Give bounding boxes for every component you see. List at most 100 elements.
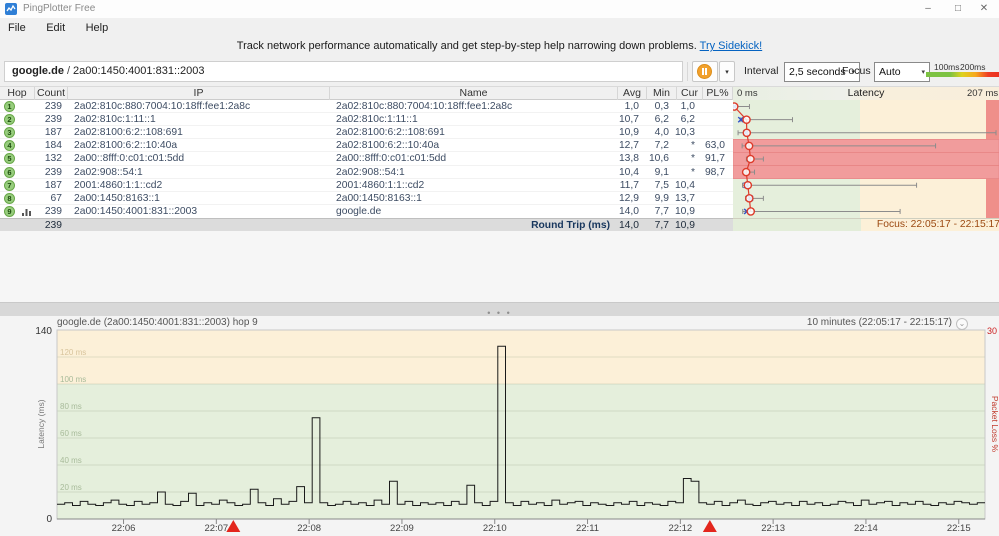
hop-min: 7,5 xyxy=(654,179,669,191)
hop-number-badge: 4 xyxy=(4,140,15,152)
column-header-hop[interactable]: Hop xyxy=(0,87,35,100)
hop-count: 132 xyxy=(44,153,62,165)
target-address: 2a00:1450:4001:831::2003 xyxy=(73,65,205,77)
hop-avg: 14,0 xyxy=(618,205,639,217)
promo-banner: Track network performance automatically … xyxy=(0,33,999,58)
legend-100ms-label: 100ms xyxy=(934,62,960,72)
column-header-ip[interactable]: IP xyxy=(68,87,330,100)
promo-banner-text: Track network performance automatically … xyxy=(236,40,697,52)
hop-number-badge: 5 xyxy=(4,153,15,165)
svg-text:22:13: 22:13 xyxy=(761,523,785,534)
timeline-chart[interactable]: 20 ms 40 ms 60 ms 80 ms 100 ms 120 ms 22:06 22:… xyxy=(0,316,999,536)
table-row[interactable]: 8 67 2a00:1450:8163::1 2a00:1450:8163::1 12,… xyxy=(0,192,733,205)
hop-packet-loss xyxy=(697,192,725,205)
hop-ip: 2a00::8fff:0:c01:c01:5dd xyxy=(74,153,185,165)
hop-ip: 2a02:810c:880:7004:10:18ff:fee1:2a8c xyxy=(74,101,251,112)
hop-packet-loss xyxy=(697,126,725,139)
column-header-name[interactable]: Name xyxy=(330,87,618,100)
column-header-pl[interactable]: PL% xyxy=(703,87,733,100)
try-sidekick-link[interactable]: Try Sidekick! xyxy=(700,40,763,52)
window-title: PingPlotter Free xyxy=(23,3,96,14)
panel-splitter[interactable]: • • • xyxy=(0,302,999,318)
column-header-cur[interactable]: Cur xyxy=(677,87,703,100)
timeline-range-selector[interactable]: 10 minutes (22:05:17 - 22:15:17) xyxy=(807,317,952,328)
hop-count: 239 xyxy=(44,101,62,112)
hop-name: 2001:4860:1:1::cd2 xyxy=(336,179,425,191)
hop-avg: 12,7 xyxy=(618,140,639,152)
svg-text:100 ms: 100 ms xyxy=(60,375,86,384)
hop-packet-loss: 98,7 xyxy=(704,166,725,178)
hop-count: 239 xyxy=(44,205,62,217)
svg-text:22:08: 22:08 xyxy=(297,523,321,534)
hop-cur: 1,0 xyxy=(680,101,695,112)
hop-name: google.de xyxy=(336,205,382,217)
svg-text:0: 0 xyxy=(46,514,52,525)
table-row[interactable]: 9 239 2a00:1450:4001:831::2003 google.de 14,… xyxy=(0,205,733,218)
hop-min: 7,7 xyxy=(654,205,669,217)
hop-cur: * xyxy=(690,166,695,178)
focus-select[interactable]: Auto ▾ xyxy=(874,62,930,82)
svg-text:Packet Loss %: Packet Loss % xyxy=(990,396,999,453)
hop-avg: 13,8 xyxy=(618,153,639,165)
hop-cur: 13,7 xyxy=(674,192,695,204)
minimize-button[interactable]: – xyxy=(915,0,941,18)
hop-packet-loss xyxy=(697,100,725,113)
hop-latency-graph xyxy=(729,100,999,218)
svg-text:60 ms: 60 ms xyxy=(60,429,82,438)
interval-value: 2,5 seconds xyxy=(789,66,846,78)
column-header-avg[interactable]: Avg xyxy=(618,87,647,100)
hop-ip: 2a02:908::54:1 xyxy=(74,166,143,178)
svg-text:22:10: 22:10 xyxy=(483,523,507,534)
legend-200ms-label: 200ms xyxy=(960,62,986,72)
hop-name: 2a02:810c:880:7004:10:18ff:fee1:2a8c xyxy=(336,101,513,112)
hop-packet-loss xyxy=(697,205,725,218)
hop-number-badge: 8 xyxy=(4,192,15,204)
hop-number-badge: 1 xyxy=(4,101,15,112)
menu-bar: File Edit Help xyxy=(0,18,999,34)
table-row[interactable]: 3 187 2a02:8100:6:2::108:691 2a02:8100:6:2:… xyxy=(0,126,733,140)
column-header-count[interactable]: Count xyxy=(35,87,68,100)
hop-name: 2a02:908::54:1 xyxy=(336,166,405,178)
timeline-range-chevron-icon[interactable]: ⌄ xyxy=(956,318,968,330)
hop-number-badge: 2 xyxy=(4,114,15,126)
table-row[interactable]: 4 184 2a02:8100:6:2::10:40a 2a02:8100:6:2::… xyxy=(0,139,733,153)
pause-dropdown-button[interactable]: ▾ xyxy=(719,61,735,82)
latency-scale-legend: 100ms 200ms xyxy=(926,58,999,84)
hop-count: 187 xyxy=(44,127,62,139)
hop-ip: 2a02:8100:6:2::108:691 xyxy=(74,127,183,139)
table-row[interactable]: 2 239 2a02:810c:1:11::1 2a02:810c:1:11::1 10… xyxy=(0,113,733,127)
table-empty-area xyxy=(0,231,999,302)
column-header-latency[interactable]: Latency xyxy=(733,87,999,100)
svg-text:22:15: 22:15 xyxy=(947,523,971,534)
table-row[interactable]: 7 187 2001:4860:1:1::cd2 2001:4860:1:1::cd2… xyxy=(0,179,733,192)
hop-cur: * xyxy=(690,140,695,152)
close-button[interactable]: ✕ xyxy=(971,0,997,18)
table-row[interactable]: 1 239 2a02:810c:880:7004:10:18ff:fee1:2a8c… xyxy=(0,100,733,114)
svg-text:20 ms: 20 ms xyxy=(60,483,82,492)
svg-text:22:07: 22:07 xyxy=(204,523,228,534)
hop-table-body: 1 239 2a02:810c:880:7004:10:18ff:fee1:2a8c… xyxy=(0,100,733,218)
svg-text:22:14: 22:14 xyxy=(854,523,878,534)
pause-button[interactable] xyxy=(692,61,718,82)
column-header-min[interactable]: Min xyxy=(647,87,677,100)
hop-min: 7,2 xyxy=(654,140,669,152)
hop-ip: 2a02:8100:6:2::10:40a xyxy=(74,140,178,152)
title-bar: PingPlotter Free – □ ✕ xyxy=(0,0,999,18)
target-input[interactable]: google.de/2a00:1450:4001:831::2003 xyxy=(4,61,683,82)
hop-cur: 6,2 xyxy=(680,114,695,126)
round-trip-summary-row[interactable]: 239 Round Trip (ms) 14,0 7,7 10,9 xyxy=(0,218,733,231)
svg-text:22:09: 22:09 xyxy=(390,523,414,534)
target-toolbar: google.de/2a00:1450:4001:831::2003 ▾ Int… xyxy=(0,58,999,86)
focus-status-strip: Focus: 22:05:17 - 22:15:17 xyxy=(733,218,999,231)
hop-count: 239 xyxy=(44,114,62,126)
maximize-button[interactable]: □ xyxy=(945,0,971,18)
hop-ip: 2001:4860:1:1::cd2 xyxy=(74,179,163,191)
hop-cur: 10,3 xyxy=(674,127,695,139)
hop-packet-loss xyxy=(697,179,725,192)
app-logo-icon xyxy=(5,3,17,15)
table-row[interactable]: 6 239 2a02:908::54:1 2a02:908::54:1 10,4 9,1 *… xyxy=(0,166,733,179)
latency-scale-max: 207 ms xyxy=(967,88,999,99)
interval-label: Interval xyxy=(744,65,779,77)
table-row[interactable]: 5 132 2a00::8fff:0:c01:c01:5dd 2a00::8fff:0… xyxy=(0,152,733,166)
hop-ip: 2a00:1450:4001:831::2003 xyxy=(74,205,198,217)
